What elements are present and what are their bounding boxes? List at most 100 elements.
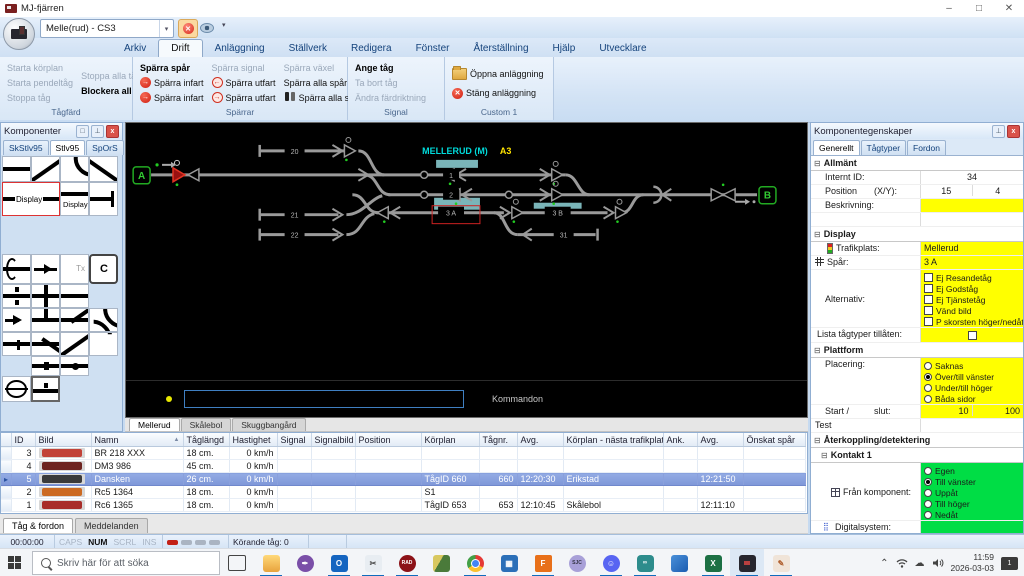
maximize-button[interactable]: □ [964,0,994,17]
tab-meddelanden[interactable]: Meddelanden [75,518,148,533]
palette-cell-switch-up[interactable] [60,308,89,332]
taskbar-app-paint[interactable]: ✎ [764,549,798,576]
props-tab-tagtyper[interactable]: Tågtyper [861,140,907,155]
palette-cell-junction[interactable] [31,308,60,332]
palette-cell-signal[interactable] [2,308,31,332]
taskbar-app-sjc[interactable]: SJC [560,549,594,576]
trafikplats-value[interactable]: Mellerud [920,242,1023,255]
palette-cell-buffer-stop[interactable] [89,182,118,216]
col-korplan[interactable]: Körplan [421,433,479,447]
palette-cell-diag3[interactable] [60,332,89,356]
tab-anlaggning[interactable]: Anläggning [203,40,277,57]
taskbar-app-cut[interactable]: ✂ [356,549,390,576]
application-menu-button[interactable] [3,18,35,50]
radio-nedat[interactable]: Nedåt [924,509,958,520]
speaker-icon[interactable] [932,558,944,568]
view-tab-skalebol[interactable]: Skålebol [181,418,232,431]
track-diagram[interactable]: A B 20 21 22 31 1 2 3 A 3 B MELLERUD (M)… [126,123,807,380]
palette-cell-turntable[interactable] [2,376,31,402]
tab-fonster[interactable]: Fönster [404,40,462,57]
palette-cell-diagonal[interactable] [31,156,60,182]
entry-signal-icon[interactable] [173,160,199,186]
ange-tag-button[interactable]: Ange tåg [352,60,429,75]
notification-center-icon[interactable]: 1 [1001,557,1018,570]
tab-stallverk[interactable]: Ställverk [277,40,339,57]
checkbox-ej-tjanstetag[interactable]: Ej Tjänstetåg [924,294,985,305]
sparra-utfart-button[interactable]: ←Spärra utfart [209,75,279,90]
palette-cell-c[interactable]: C [89,254,118,284]
radio-till-hoger[interactable]: Till höger [924,498,970,509]
taskbar-app-rad[interactable]: RAD [390,549,424,576]
position-x[interactable]: 15 [921,185,972,196]
slut-value[interactable]: 100 [972,405,1024,416]
palette-cell-detector[interactable] [2,284,31,308]
starta-korplan-button[interactable]: Starta körplan [4,60,76,75]
close-button[interactable]: ✕ [994,0,1024,17]
col-ank[interactable]: Ank. [663,433,697,447]
col-signalbild[interactable]: Signalbild [311,433,355,447]
radio-saknas[interactable]: Saknas [924,360,963,371]
props-tab-generellt[interactable]: Generellt [813,140,860,155]
toolbar-overflow-icon[interactable]: ▾ [222,21,226,29]
andra-fardriktning-button[interactable]: Ändra färdriktning [352,90,429,105]
window-icon[interactable]: □ [76,125,89,138]
taskbar-app-mj-fjarren[interactable] [730,549,764,576]
palette-cell-display[interactable]: Display [60,182,89,216]
signal-icon[interactable] [332,137,355,161]
palette-cell-curve[interactable] [60,156,89,182]
endpoint-a[interactable]: A [133,167,150,184]
view-tab-skuggbangard[interactable]: Skuggbangård [232,418,305,431]
col-signal[interactable]: Signal [277,433,311,447]
taskbar-app-chrome[interactable] [458,549,492,576]
tab-utvecklare[interactable]: Utvecklare [587,40,658,57]
taskbar-app-excel[interactable]: X [696,549,730,576]
palette-cell-stop-marker[interactable] [2,332,31,356]
checkbox-ej-resandetag[interactable]: Ej Resandetåg [924,272,992,283]
sparra-signal-button[interactable]: Spärra signal [209,60,279,75]
table-row-selected[interactable]: ▸5 Dansken26 cm.0 km/h TågID 66066012:20… [1,473,805,486]
tray-chevron-up-icon[interactable]: ⌃ [880,558,888,569]
palette-cell-display-selected[interactable]: Display [2,182,60,216]
table-row[interactable]: 1 Rc6 136518 cm.0 km/h TågID 65365312:10… [1,499,805,512]
sparra-spar-button[interactable]: Spärra spår [137,60,207,75]
wifi-icon[interactable] [896,558,908,568]
group-display[interactable]: ⊟Display [811,227,1023,242]
signal-icon[interactable] [540,181,563,205]
props-tab-fordon[interactable]: Fordon [907,140,946,155]
sparra-infart-button-2[interactable]: →Spärra infart [137,90,207,105]
tab-aterstallning[interactable]: Återställning [461,40,540,57]
group-allmant[interactable]: ⊟Allmänt [811,156,1023,171]
ta-bort-tag-button[interactable]: Ta bort tåg [352,75,429,90]
close-panel-icon[interactable]: x [106,125,119,138]
palette-cell-tx[interactable]: Tx [60,254,89,284]
sparra-infart-button[interactable]: →Spärra infart [137,75,207,90]
taskbar-app-discord[interactable]: ☺ [594,549,628,576]
palette-cell-insulator[interactable] [31,356,60,376]
task-view-button[interactable] [220,549,254,576]
table-row[interactable]: 3 BR 218 XXX18 cm.0 km/h [1,447,805,460]
taskbar-app-calculator[interactable]: ▦ [492,549,526,576]
col-position[interactable]: Position [355,433,421,447]
quick-view-button[interactable] [198,19,216,36]
palette-cell-platform[interactable] [31,376,60,402]
col-nasta[interactable]: Körplan - nästa trafikplats [563,433,663,447]
palette-cell-switch-curve[interactable] [89,308,118,332]
palette-cell-curve2[interactable] [89,332,118,356]
palette-cell-diagonal2[interactable] [89,156,118,182]
radio-over-till-vanster[interactable]: Över/till vänster [924,371,994,382]
palette-cell-node[interactable] [60,356,89,376]
taskbar-search[interactable]: Skriv här för att söka [32,551,220,575]
col-bild[interactable]: Bild [35,433,91,447]
group-plattform[interactable]: ⊟Plattform [811,343,1023,358]
col-avg2[interactable]: Avg. [697,433,743,447]
col-tagnr[interactable]: Tågnr. [479,433,517,447]
col-avg1[interactable]: Avg. [517,433,563,447]
tab-hjalp[interactable]: Hjälp [541,40,588,57]
palette-tab-spors[interactable]: SpOrS [86,140,124,155]
tab-drift[interactable]: Drift [158,39,202,57]
taskbar-clock[interactable]: 11:59 2026-03-03 [951,552,994,573]
palette-cell-joiner[interactable] [2,254,31,284]
sparra-utfart-button-2[interactable]: →Spärra utfart [209,90,279,105]
taskbar-app-blue[interactable] [662,549,696,576]
checkbox-ej-godstag[interactable]: Ej Godståg [924,283,978,294]
